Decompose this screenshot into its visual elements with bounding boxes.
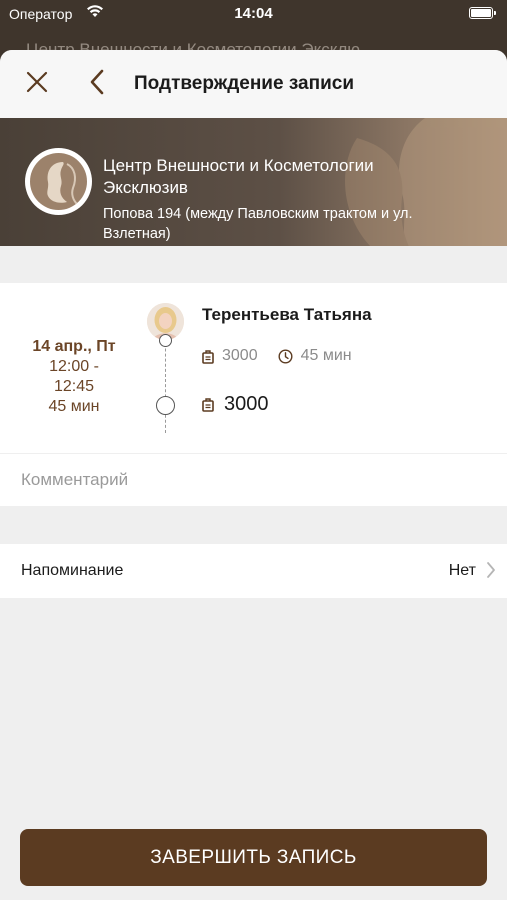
chevron-right-icon (486, 561, 496, 579)
reminder-label: Напоминание (21, 562, 124, 579)
confirmation-sheet: Подтверждение записи Центр Внешности и К… (0, 50, 507, 900)
salon-name: Центр Внешности и Косметологии Эксклюзив (103, 156, 374, 197)
comment-row (0, 454, 507, 506)
reminder-value: Нет (448, 562, 476, 579)
close-button[interactable] (20, 67, 54, 101)
booking-date: 14 апр., Пт (32, 338, 116, 355)
service-duration: 45 мин (300, 347, 352, 364)
price-tag-icon (202, 397, 214, 412)
booking-duration: 45 мин (48, 398, 100, 415)
clock-label: 14:04 (234, 5, 273, 22)
status-bar: Оператор 14:04 (0, 0, 507, 28)
booking-card: 14 апр., Пт 12:00 - 12:45 45 мин Теренть… (0, 283, 507, 453)
chevron-left-icon (89, 69, 105, 100)
woman-profile-icon (46, 161, 78, 205)
total-row: 3000 (202, 393, 269, 416)
battery-icon (469, 7, 496, 19)
booking-datetime: 14 апр., Пт 12:00 - 12:45 45 мин (14, 337, 134, 417)
nav-bar: Подтверждение записи (0, 50, 507, 118)
price-tag-icon (202, 349, 214, 364)
back-button[interactable] (82, 67, 112, 101)
timeline-dot-total (156, 396, 175, 415)
salon-address: Попова 194 (между Павловским трактом и у… (103, 206, 413, 242)
reminder-row[interactable]: Напоминание Нет (0, 544, 507, 598)
total-price: 3000 (224, 393, 269, 415)
timeline-dot (159, 334, 172, 347)
service-price: 3000 (222, 347, 258, 364)
salon-logo (25, 148, 92, 215)
salon-banner: Центр Внешности и Косметологии Эксклюзив… (0, 118, 507, 246)
booking-time-start: 12:00 - (49, 358, 99, 375)
clock-icon (278, 348, 293, 364)
master-name: Терентьева Татьяна (202, 305, 372, 324)
page-title: Подтверждение записи (134, 73, 354, 94)
close-icon (26, 71, 48, 98)
service-row: 3000 45 мин (202, 347, 352, 365)
booking-time-end: 12:45 (53, 378, 95, 395)
comment-input[interactable] (0, 454, 507, 506)
finish-booking-button[interactable]: ЗАВЕРШИТЬ ЗАПИСЬ (20, 829, 487, 886)
